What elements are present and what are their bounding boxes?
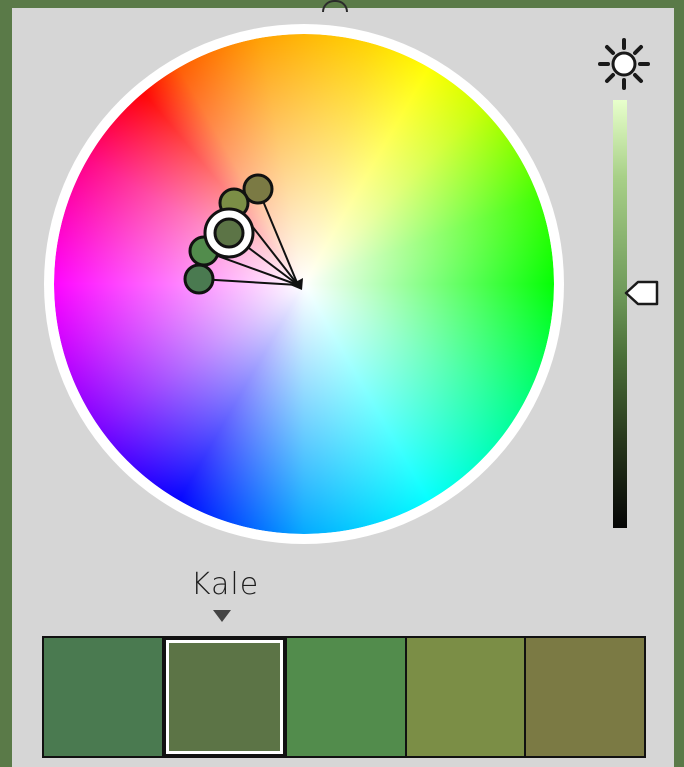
swatch-3[interactable] <box>287 638 405 756</box>
saturation-gradient <box>54 34 554 534</box>
palette-swatch-row <box>42 636 646 758</box>
brightness-slider-track[interactable] <box>613 100 627 528</box>
swatch-4[interactable] <box>406 638 525 756</box>
selected-swatch-name: Kale <box>190 567 260 602</box>
selected-swatch-arrow-icon <box>213 610 231 622</box>
brightness-slider-handle[interactable] <box>624 279 660 307</box>
color-wheel[interactable] <box>54 34 554 534</box>
swatch-5[interactable] <box>526 638 644 756</box>
harmony-handle-2[interactable] <box>188 235 220 267</box>
harmony-handle-1[interactable] <box>183 263 215 295</box>
harmony-handle-4[interactable] <box>218 187 250 219</box>
panel-tab-notch <box>322 0 348 12</box>
harmony-handle-3-active[interactable] <box>213 217 245 249</box>
sun-icon <box>598 38 650 90</box>
swatch-2-selected[interactable] <box>163 638 286 756</box>
swatch-1[interactable] <box>44 638 162 756</box>
